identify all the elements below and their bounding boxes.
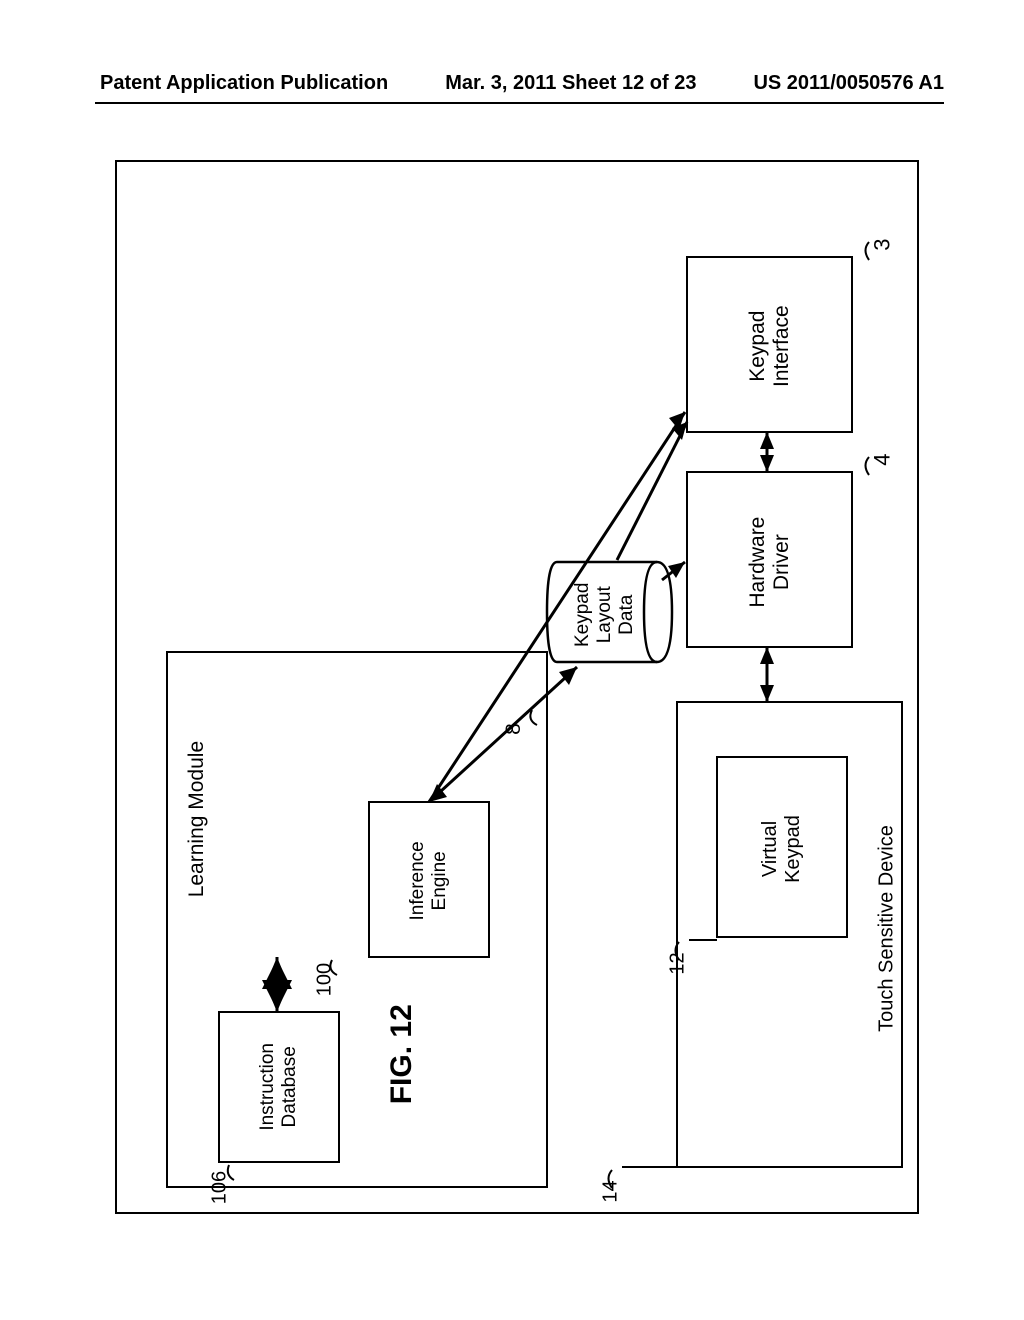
- header-rule: [95, 102, 944, 104]
- touch-sensitive-label: Touch Sensitive Device: [876, 814, 899, 1044]
- page-frame: Learning Module Instruction Database 106…: [115, 160, 919, 1214]
- header-right: US 2011/0050576 A1: [753, 72, 944, 95]
- inference-engine-text: Inference Engine: [407, 821, 451, 941]
- ref-8: 8: [502, 714, 526, 744]
- ref-100: 100: [314, 955, 337, 1005]
- ref-106: 106: [209, 1163, 232, 1213]
- virtual-keypad-text: Virtual Keypad: [759, 784, 805, 914]
- instruction-database-text: Instruction Database: [257, 1025, 301, 1149]
- header-middle: Mar. 3, 2011 Sheet 12 of 23: [445, 72, 696, 95]
- keypad-layout-text: Keypad Layout Data: [572, 565, 638, 665]
- keypad-interface-text: Keypad Interface: [746, 266, 794, 426]
- ref-14: 14: [600, 1174, 623, 1210]
- ref-3: 3: [869, 230, 894, 260]
- figure-caption: FIG. 12: [385, 994, 420, 1114]
- ref-4: 4: [869, 445, 894, 475]
- diagram-svg: [117, 162, 917, 1212]
- hardware-driver-text: Hardware Driver: [746, 482, 794, 642]
- learning-module-label: Learning Module: [185, 734, 209, 904]
- ref-12: 12: [667, 946, 690, 982]
- header-left: Patent Application Publication: [100, 72, 388, 95]
